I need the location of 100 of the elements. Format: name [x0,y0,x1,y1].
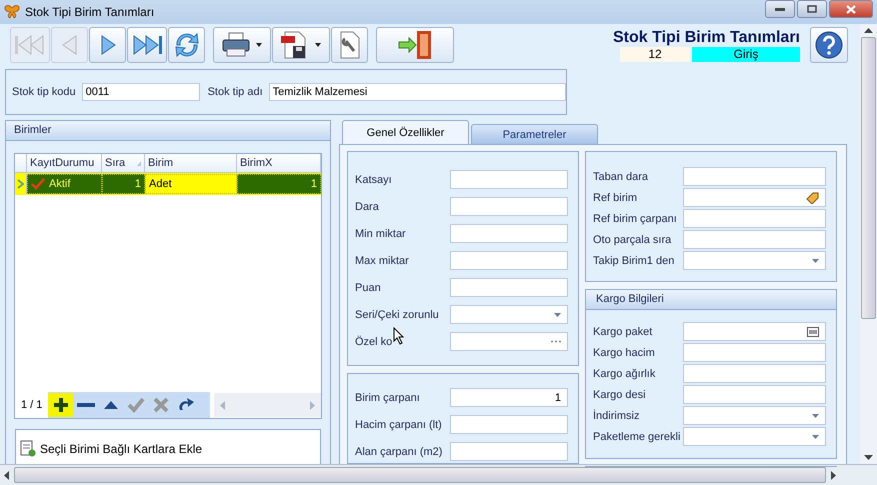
sort-ascending-icon [137,160,141,166]
printer-icon [220,31,264,59]
field-label: Hacim çarpanı (lt) [355,418,442,430]
row-pointer-icon [17,179,24,189]
input-field[interactable] [450,278,568,297]
help-button[interactable] [810,27,848,63]
field-label: Katsayı [355,174,392,186]
minimize-icon [775,8,785,10]
plus-icon [52,396,70,414]
column-header[interactable]: Birim [145,154,237,172]
horizontal-scrollbar[interactable] [0,464,877,485]
tag-icon [806,192,819,204]
triangle-left-icon [60,34,80,56]
dropdown-field[interactable] [683,427,826,446]
dropdown-field[interactable] [450,305,568,324]
minimize-button[interactable] [765,0,795,18]
field-label: Stok tip kodu [12,86,76,98]
tools-button[interactable] [331,27,368,63]
record-number: 12 [620,46,690,62]
mouse-cursor-icon [393,327,405,345]
scroll-right-icon [310,400,315,410]
field-label: Max miktar [355,254,409,266]
last-button[interactable] [127,27,167,63]
pager-text: 1 / 1 [20,399,44,411]
field-label: Takip Birim1 den [593,254,674,266]
dropdown-arrow-icon [812,258,819,262]
close-icon [846,4,856,14]
input-field[interactable] [683,322,826,341]
next-button[interactable] [89,27,126,63]
field-label: Kargo ağırlık [593,368,656,380]
close-button[interactable] [829,0,873,18]
input-field[interactable] [683,188,826,207]
exit-door-icon [398,30,432,60]
maximize-button[interactable] [797,0,827,18]
field-label: Paketleme gerekli [593,430,680,442]
document-add-icon [20,440,36,457]
scroll-left-icon [220,400,226,410]
input-field[interactable] [683,385,826,404]
table-cell: Aktif [27,174,102,194]
field-label: Oto parçala sıra [593,234,672,246]
input-field[interactable]: 1 [450,388,568,407]
field-label: Alan çarpanı (m2) [355,446,442,458]
field-label: Birim çarpanı [355,392,420,404]
tab[interactable]: Genel Özellikler [342,120,469,144]
field-label: Dara [355,200,379,212]
dropdown-arrow-icon [812,434,819,438]
field-label: Puan [355,282,381,294]
barcode-icon [807,326,819,336]
field-label: Özel ko [355,336,392,348]
grid-row[interactable]: Aktif 1 Adet 1 [15,173,321,195]
ellipsis-icon [551,340,561,343]
exit-button[interactable] [376,27,454,63]
form-heading: Stok Tipi Birim Tanımları [613,28,800,46]
add-to-cards-link[interactable]: Seçli Birimi Bağlı Kartlara Ekle [40,442,202,456]
input-field[interactable] [683,209,826,228]
print-button[interactable] [213,27,271,63]
grid-scrollbar[interactable] [214,393,321,417]
vertical-scrollbar[interactable] [860,24,877,464]
field-label: Kargo paket [593,326,652,338]
minus-icon [76,403,95,407]
checkmark-icon [31,178,45,190]
input-field[interactable]: Temizlik Malzemesi [268,83,566,101]
input-field[interactable] [450,332,568,351]
scroll-down-icon [864,455,873,460]
column-header[interactable]: Sıra [102,154,145,172]
add-button[interactable] [48,393,74,417]
field-label: Kargo desi [593,388,646,400]
input-field[interactable] [450,224,568,243]
field-label: Ref birim çarpanı [593,212,677,224]
mode-indicator: Giriş [692,46,800,62]
dropdown-field[interactable] [683,406,826,425]
dropdown-arrow-icon [554,312,561,316]
column-header[interactable]: BirimX [237,154,321,172]
input-field[interactable] [683,343,826,362]
field-label: Taban dara [593,170,648,182]
field-label: Min miktar [355,228,406,240]
scroll-right-icon [831,470,836,480]
input-field[interactable] [683,364,826,383]
input-field[interactable] [683,167,826,186]
tab[interactable]: Parametreler [471,124,598,144]
dropdown-field[interactable] [683,251,826,270]
help-icon [814,30,844,60]
group-header: Kargo Bilgileri [586,290,836,310]
input-field[interactable] [450,197,568,216]
input-field[interactable] [450,170,568,189]
scroll-left-icon [4,470,9,480]
input-field[interactable] [450,415,568,434]
input-field[interactable] [450,251,568,270]
pdf-save-icon [279,31,323,59]
input-field[interactable] [683,230,826,249]
input-field[interactable] [450,442,568,461]
column-header[interactable]: KayıtDurumu [27,154,102,172]
checkmark-icon [126,396,145,414]
pdf-button[interactable] [272,27,330,63]
scroll-up-icon [864,28,873,33]
dropdown-arrow-icon [812,414,819,418]
maximize-icon [807,5,817,13]
table-cell: 1 [237,174,321,194]
refresh-button[interactable] [168,27,205,63]
input-field[interactable]: 0011 [82,83,200,101]
